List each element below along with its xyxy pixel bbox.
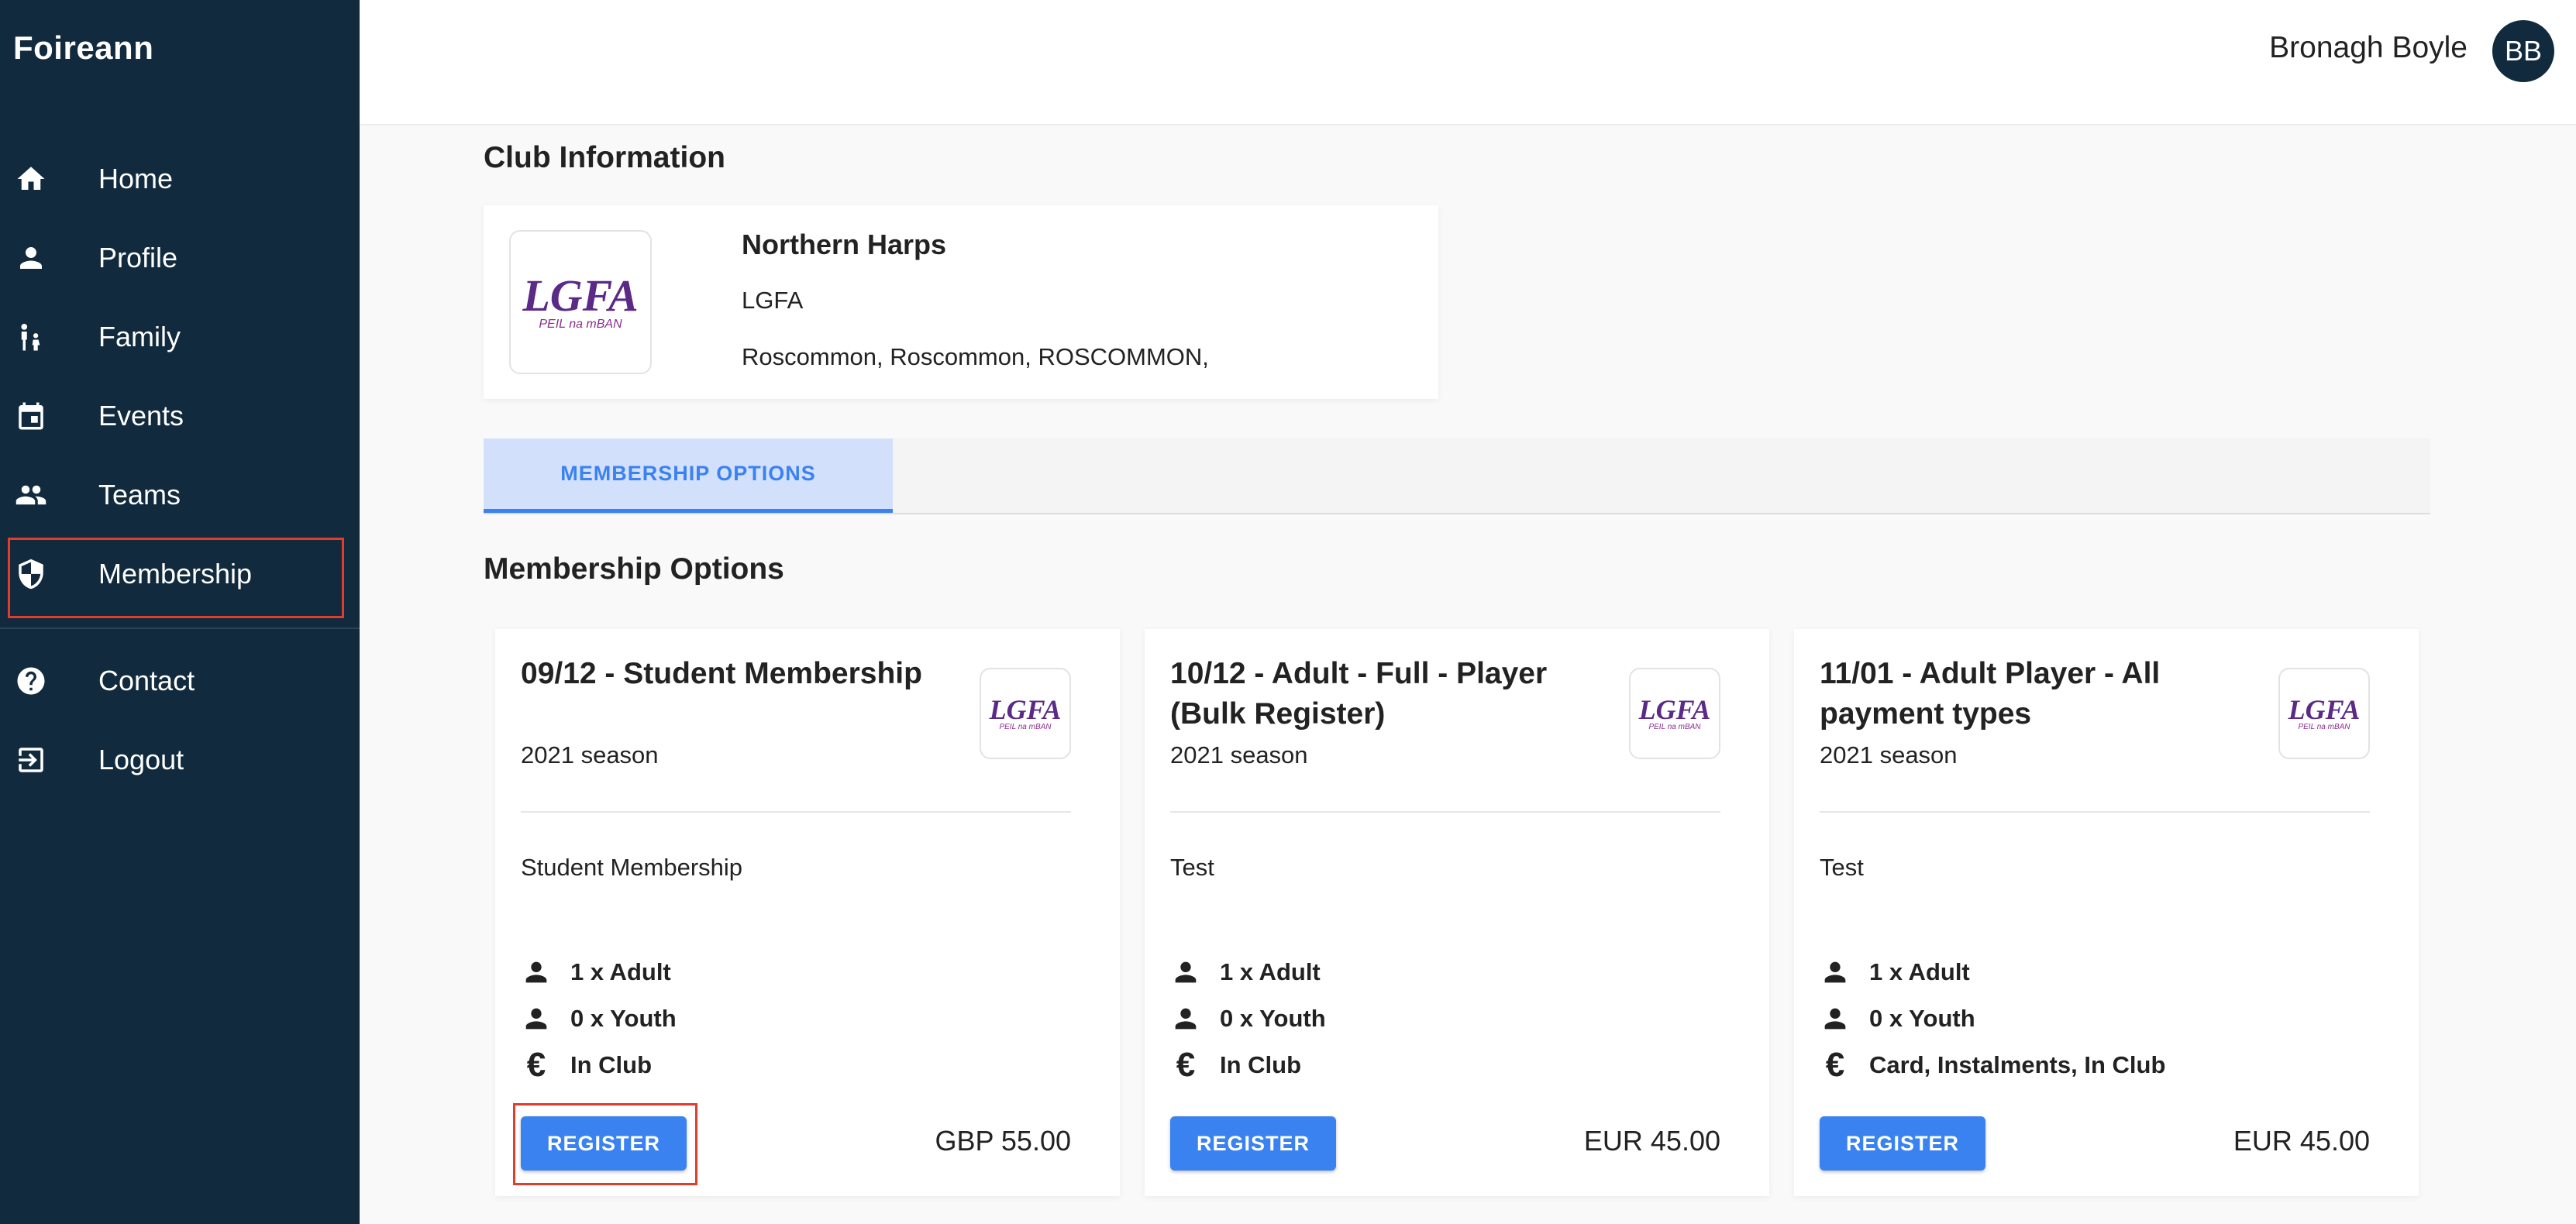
sidebar-item-family[interactable]: Family <box>0 301 360 373</box>
youth-count-row: 0 x Youth <box>521 1002 677 1036</box>
membership-price: GBP 55.00 <box>935 1125 1071 1157</box>
club-card: LGFA PEIL na mBAN Northern Harps LGFA Ro… <box>484 205 1438 399</box>
card-divider <box>1170 811 1720 813</box>
sidebar-item-label: Home <box>98 163 174 194</box>
youth-count: 0 x Youth <box>1869 1005 1975 1032</box>
sidebar-item-label: Family <box>98 321 181 352</box>
membership-season: 2021 season <box>521 741 659 768</box>
logout-icon <box>15 744 47 776</box>
membership-options-title: Membership Options <box>484 552 784 586</box>
club-logo: LGFA PEIL na mBAN <box>509 230 652 374</box>
club-address: Roscommon, Roscommon, ROSCOMMON, <box>742 343 1209 370</box>
youth-count: 0 x Youth <box>1220 1005 1326 1032</box>
adult-count: 1 x Adult <box>570 958 671 985</box>
register-button[interactable]: REGISTER <box>1170 1116 1336 1171</box>
card-divider <box>521 811 1071 813</box>
membership-price: EUR 45.00 <box>2233 1125 2370 1157</box>
lgfa-logo-icon: LGFA PEIL na mBAN <box>522 273 638 331</box>
person-icon <box>1175 961 1197 983</box>
logo-subtext: PEIL na mBAN <box>999 723 1052 731</box>
adult-count-row: 1 x Adult <box>1820 955 1970 989</box>
logo-subtext: PEIL na mBAN <box>539 318 622 331</box>
user-name[interactable]: Bronagh Boyle <box>2269 31 2468 65</box>
lgfa-logo-icon: LGFA PEIL na mBAN <box>2288 696 2361 731</box>
club-org: LGFA <box>742 287 804 314</box>
membership-description: Test <box>1820 854 1864 881</box>
adult-count: 1 x Adult <box>1869 958 1970 985</box>
family-icon <box>15 321 47 353</box>
person-icon <box>525 1008 547 1030</box>
sidebar-item-label: Profile <box>98 242 178 273</box>
youth-count: 0 x Youth <box>570 1005 677 1032</box>
person-icon <box>1824 961 1846 983</box>
tab-membership-options[interactable]: MEMBERSHIP OPTIONS <box>484 438 893 513</box>
sidebar-item-events[interactable]: Events <box>0 380 360 452</box>
logo-subtext: PEIL na mBAN <box>2298 723 2350 731</box>
sidebar-item-profile[interactable]: Profile <box>0 222 360 294</box>
logo-text: LGFA <box>2288 694 2361 725</box>
top-header: Bronagh Boyle BB <box>360 0 2576 125</box>
euro-icon: € <box>1176 1046 1196 1084</box>
card-divider <box>1820 811 2370 813</box>
payment-row: € In Club <box>1170 1048 1301 1082</box>
sidebar-item-label: Logout <box>98 744 184 775</box>
sidebar-item-contact[interactable]: Contact <box>0 645 360 717</box>
youth-count-row: 0 x Youth <box>1820 1002 1975 1036</box>
euro-icon: € <box>1825 1046 1845 1084</box>
membership-season: 2021 season <box>1170 741 1308 768</box>
home-icon <box>15 163 47 195</box>
brand-title: Foireann <box>13 29 154 66</box>
payment-types: In Club <box>570 1051 653 1078</box>
person-icon <box>1175 1008 1197 1030</box>
sidebar: Foireann Home Profile Family Events Team… <box>0 0 360 1224</box>
payment-types: Card, Instalments, In Club <box>1869 1051 2166 1078</box>
adult-count: 1 x Adult <box>1220 958 1321 985</box>
membership-logo: LGFA PEIL na mBAN <box>1629 668 1720 759</box>
person-icon <box>15 242 47 274</box>
club-name: Northern Harps <box>742 229 947 260</box>
membership-logo: LGFA PEIL na mBAN <box>980 668 1071 759</box>
membership-description: Test <box>1170 854 1214 881</box>
membership-season: 2021 season <box>1820 741 1958 768</box>
logo-text: LGFA <box>989 694 1062 725</box>
euro-icon: € <box>526 1046 546 1084</box>
logo-subtext: PEIL na mBAN <box>1648 723 1701 731</box>
lgfa-logo-icon: LGFA PEIL na mBAN <box>1639 696 1711 731</box>
register-highlight-box <box>513 1103 697 1185</box>
youth-count-row: 0 x Youth <box>1170 1002 1326 1036</box>
person-icon <box>525 961 547 983</box>
membership-logo: LGFA PEIL na mBAN <box>2278 668 2370 759</box>
membership-card: 10/12 - Adult - Full - Player (Bulk Regi… <box>1145 629 1769 1196</box>
register-button[interactable]: REGISTER <box>1820 1116 1985 1171</box>
sidebar-item-label: Teams <box>98 479 181 511</box>
lgfa-logo-icon: LGFA PEIL na mBAN <box>990 696 1062 731</box>
membership-title: 09/12 - Student Membership <box>521 657 922 690</box>
person-icon <box>1824 1008 1846 1030</box>
membership-title: 11/01 - Adult Player - All payment types <box>1820 657 2161 731</box>
logo-text: LGFA <box>522 270 639 321</box>
club-info-title: Club Information <box>484 141 725 174</box>
group-icon <box>15 479 47 511</box>
membership-title: 10/12 - Adult - Full - Player (Bulk Regi… <box>1170 657 1548 731</box>
logo-text: LGFA <box>1638 694 1711 725</box>
tabs-bar: MEMBERSHIP OPTIONS <box>484 438 2430 514</box>
avatar[interactable]: BB <box>2492 20 2554 82</box>
membership-card: 11/01 - Adult Player - All payment types… <box>1794 629 2419 1196</box>
help-icon <box>15 665 47 697</box>
sidebar-item-label: Events <box>98 400 184 431</box>
membership-description: Student Membership <box>521 854 743 881</box>
membership-price: EUR 45.00 <box>1583 1125 1720 1157</box>
payment-row: € In Club <box>521 1048 652 1082</box>
adult-count-row: 1 x Adult <box>1170 955 1321 989</box>
payment-types: In Club <box>1220 1051 1302 1078</box>
sidebar-item-label: Contact <box>98 665 195 696</box>
membership-highlight-box <box>8 538 344 618</box>
sidebar-item-logout[interactable]: Logout <box>0 724 360 796</box>
sidebar-item-teams[interactable]: Teams <box>0 459 360 531</box>
sidebar-item-home[interactable]: Home <box>0 143 360 215</box>
sidebar-divider <box>0 627 360 629</box>
calendar-icon <box>15 400 47 432</box>
adult-count-row: 1 x Adult <box>521 955 671 989</box>
payment-row: € Card, Instalments, In Club <box>1820 1046 2166 1084</box>
